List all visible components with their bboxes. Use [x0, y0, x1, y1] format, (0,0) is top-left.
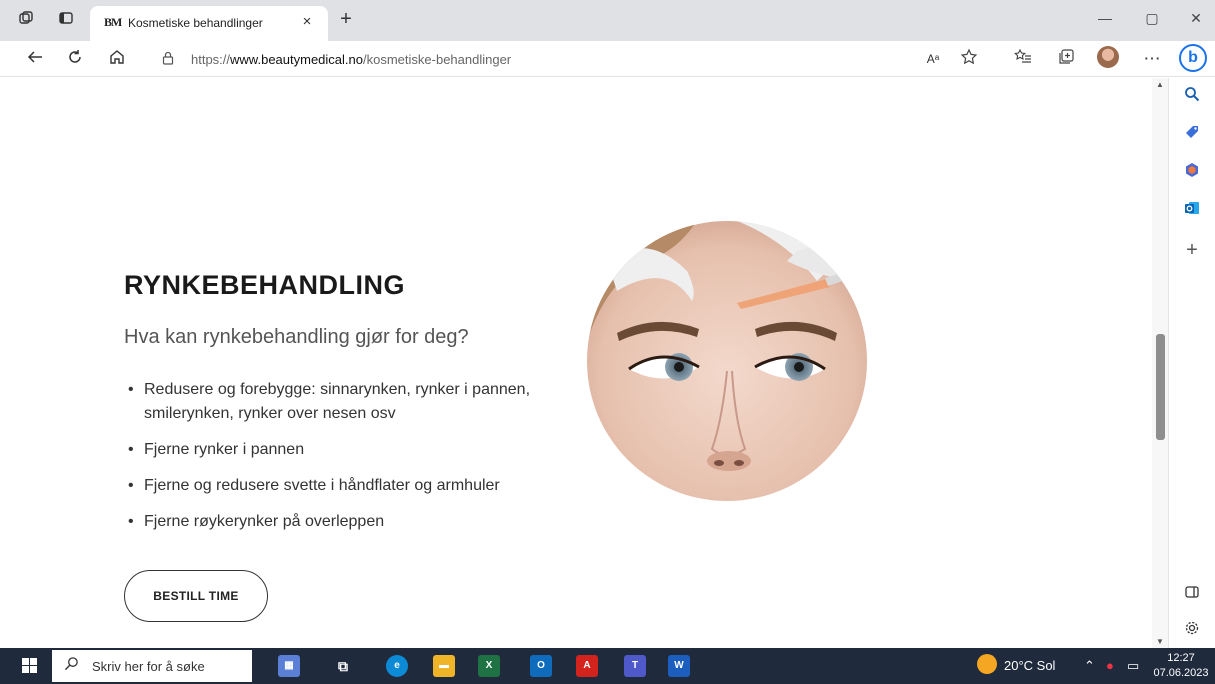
benefits-list: Redusere og forebygge: sinnarynken, rynk…: [124, 378, 564, 546]
tab-title: Kosmetiske behandlinger: [128, 16, 263, 30]
lock-icon[interactable]: [162, 51, 174, 68]
teams-icon[interactable]: T: [624, 655, 646, 677]
calendar-icon[interactable]: ▦: [278, 655, 300, 677]
scroll-up-icon[interactable]: ▲: [1156, 80, 1164, 89]
screen: BM Kosmetiske behandlinger × + — ▢ ✕ htt…: [0, 0, 1215, 684]
tab-favicon: BM: [104, 15, 122, 29]
tab-close-icon[interactable]: ×: [298, 13, 316, 30]
list-item: Fjerne og redusere svette i håndflater o…: [124, 474, 564, 498]
search-icon: [64, 656, 79, 675]
close-window-icon[interactable]: ✕: [1184, 10, 1208, 27]
favorites-icon[interactable]: [1012, 48, 1034, 70]
taskbar-clock[interactable]: 12:27 07.06.2023: [1150, 651, 1212, 681]
battery-icon[interactable]: ▭: [1127, 658, 1139, 674]
treatment-photo: [587, 221, 867, 501]
restore-icon[interactable]: ▢: [1140, 10, 1164, 27]
new-tab-icon[interactable]: +: [335, 8, 357, 31]
clock-time: 12:27: [1167, 652, 1195, 664]
url-prefix: https://: [191, 52, 231, 67]
navigation-bar: https://www.beautymedical.no/kosmetiske-…: [0, 41, 1215, 77]
weather-icon[interactable]: [977, 654, 997, 674]
acrobat-icon[interactable]: A: [576, 655, 598, 677]
add-icon[interactable]: +: [1182, 240, 1202, 260]
bing-icon[interactable]: b: [1179, 44, 1207, 72]
sidebar-panel-icon[interactable]: [1182, 584, 1202, 604]
page-heading: RYNKEBEHANDLING: [124, 270, 406, 300]
read-aloud-icon[interactable]: Aᵃ: [922, 48, 944, 70]
tab-strip: BM Kosmetiske behandlinger × + — ▢ ✕: [0, 0, 1215, 41]
address-bar[interactable]: https://www.beautymedical.no/kosmetiske-…: [146, 45, 996, 73]
edge-icon[interactable]: e: [386, 655, 408, 677]
tag-icon[interactable]: [1182, 124, 1202, 144]
scroll-thumb[interactable]: [1156, 334, 1165, 440]
book-appointment-button[interactable]: BESTILL TIME: [124, 570, 268, 622]
list-item: Fjerne rynker i pannen: [124, 438, 564, 462]
windows-start-icon[interactable]: [22, 658, 38, 674]
network-status-icon[interactable]: ●: [1106, 658, 1114, 673]
minimize-icon[interactable]: —: [1093, 10, 1117, 26]
workspaces-icon[interactable]: [16, 10, 36, 30]
taskbar-search-box[interactable]: Skriv her for å søke: [52, 650, 252, 682]
favorite-star-icon[interactable]: [958, 48, 980, 70]
home-icon[interactable]: [106, 48, 128, 70]
page-scrollbar[interactable]: ▲ ▼: [1152, 78, 1168, 648]
weather-text[interactable]: 20°C Sol: [1004, 658, 1055, 673]
url-path: /kosmetiske-behandlinger: [363, 52, 512, 67]
settings-icon[interactable]: [1182, 620, 1202, 640]
refresh-icon[interactable]: [64, 48, 86, 70]
profile-avatar[interactable]: [1097, 46, 1119, 68]
tray-chevron-icon[interactable]: ⌃: [1084, 658, 1095, 674]
edge-sidebar: +: [1168, 78, 1215, 648]
office-icon[interactable]: [1182, 162, 1202, 182]
excel-icon[interactable]: X: [478, 655, 500, 677]
file-explorer-icon[interactable]: ▬: [433, 655, 455, 677]
search-icon[interactable]: [1182, 86, 1202, 106]
windows-taskbar: Skriv her for å søke ▦ ⧉ e ▬ X O A T W 2…: [0, 648, 1215, 684]
list-item: Fjerne røykerynker på overleppen: [124, 510, 564, 534]
scroll-down-icon[interactable]: ▼: [1156, 637, 1164, 646]
url-text[interactable]: https://www.beautymedical.no/kosmetiske-…: [191, 52, 511, 67]
clock-date: 07.06.2023: [1153, 667, 1209, 679]
outlook-icon[interactable]: [1182, 200, 1202, 220]
more-icon[interactable]: ⋯: [1141, 48, 1163, 70]
url-domain: www.beautymedical.no: [230, 52, 363, 67]
tab-actions-icon[interactable]: [56, 10, 76, 30]
outlook-icon[interactable]: O: [530, 655, 552, 677]
list-item: Redusere og forebygge: sinnarynken, rynk…: [124, 378, 564, 426]
word-icon[interactable]: W: [668, 655, 690, 677]
taskbar-search-text: Skriv her for å søke: [92, 659, 205, 674]
back-icon[interactable]: [24, 48, 46, 70]
page-subheading: Hva kan rynkebehandling gjør for deg?: [124, 326, 469, 348]
collections-icon[interactable]: [1056, 48, 1078, 70]
page-viewport: RYNKEBEHANDLING Hva kan rynkebehandling …: [0, 78, 1152, 648]
task-view-icon[interactable]: ⧉: [332, 655, 354, 677]
tab-active[interactable]: BM Kosmetiske behandlinger ×: [90, 6, 328, 41]
